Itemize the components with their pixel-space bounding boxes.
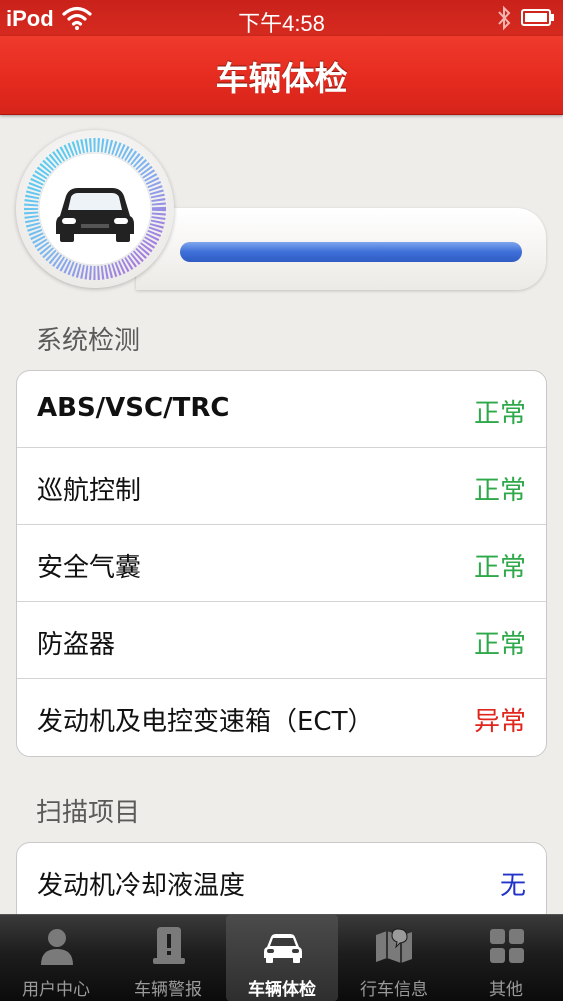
list-item[interactable]: 发动机及电控变速箱（ECT） 异常 — [17, 679, 546, 756]
status-bar: iPod 下午4:58 — [0, 0, 563, 36]
tab-vehicle-alert[interactable]: 车辆警报 — [112, 915, 224, 1001]
tab-other[interactable]: 其他 — [450, 915, 562, 1001]
tab-user-center[interactable]: 用户中心 — [0, 915, 112, 1001]
gauge-dial — [16, 130, 174, 288]
tab-label: 用户中心 — [22, 980, 90, 1000]
tab-bar: 用户中心 车辆警报 车辆体检 行车信息 其他 — [0, 914, 563, 1001]
system-check-header: 系统检测 — [36, 326, 141, 356]
scan-items-header: 扫描项目 — [36, 798, 141, 828]
user-icon — [41, 929, 73, 965]
tab-label: 车辆警报 — [134, 980, 202, 1000]
list-item[interactable]: 防盗器 正常 — [17, 602, 546, 679]
scan-progress-fill — [180, 242, 522, 262]
page-title: 车辆体检 — [215, 59, 348, 98]
tab-vehicle-check[interactable]: 车辆体检 — [226, 915, 338, 1001]
nav-bar: 车辆体检 — [0, 36, 563, 115]
tab-driving-info[interactable]: 行车信息 — [338, 915, 450, 1001]
grid-icon — [490, 929, 524, 963]
tab-label: 其他 — [489, 980, 523, 1000]
battery-icon — [521, 9, 554, 26]
item-label: ABS/VSC/TRC — [37, 393, 230, 423]
list-item[interactable]: 发动机冷却液温度 无 — [17, 843, 546, 920]
status-value: 无 — [499, 871, 526, 901]
item-label: 巡航控制 — [37, 476, 142, 506]
status-value: 正常 — [473, 399, 526, 429]
status-value: 正常 — [473, 476, 526, 506]
status-time: 下午4:58 — [238, 11, 325, 36]
list-item[interactable]: ABS/VSC/TRC 正常 — [17, 371, 546, 448]
system-check-list: ABS/VSC/TRC 正常 巡航控制 正常 安全气囊 正常 防盗器 正常 发动… — [16, 370, 547, 757]
list-item[interactable]: 安全气囊 正常 — [17, 525, 546, 602]
alert-icon — [153, 927, 185, 964]
tab-label: 行车信息 — [360, 980, 428, 1000]
item-label: 安全气囊 — [37, 553, 142, 583]
car-icon — [264, 934, 302, 963]
item-label: 发动机及电控变速箱（ECT） — [37, 707, 374, 737]
map-icon — [376, 928, 412, 963]
bluetooth-icon — [498, 5, 511, 31]
status-value: 异常 — [473, 707, 526, 737]
status-value: 正常 — [473, 553, 526, 583]
tab-label: 车辆体检 — [248, 980, 316, 1000]
scan-progress-bar — [180, 242, 522, 262]
status-value: 正常 — [473, 630, 526, 660]
car-icon — [56, 188, 134, 242]
list-item[interactable]: 巡航控制 正常 — [17, 448, 546, 525]
vehicle-check-gauge — [16, 130, 548, 290]
item-label: 防盗器 — [37, 630, 116, 660]
item-label: 发动机冷却液温度 — [37, 871, 246, 901]
